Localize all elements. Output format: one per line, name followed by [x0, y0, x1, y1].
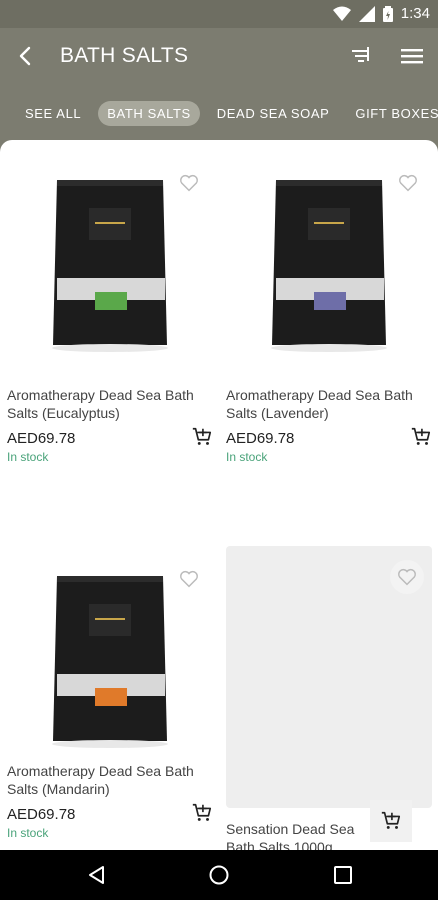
stock-status: In stock: [7, 450, 49, 464]
sort-button[interactable]: [348, 43, 374, 69]
product-card[interactable]: Aromatherapy Dead Sea Bath Salts (Mandar…: [7, 556, 219, 850]
wifi-icon: [332, 6, 351, 21]
add-to-cart-icon[interactable]: [410, 426, 432, 448]
product-price: AED69.78: [226, 430, 295, 447]
product-name[interactable]: Aromatherapy Dead Sea Bath Salts (Lavend…: [226, 386, 438, 422]
heart-icon: [398, 568, 416, 586]
nav-recents-icon[interactable]: [332, 864, 354, 886]
product-label-color: [314, 292, 346, 310]
sort-icon: [352, 47, 369, 62]
status-icons: 1:34: [332, 5, 430, 22]
add-to-cart-button[interactable]: [370, 800, 412, 842]
page-title: BATH SALTS: [60, 44, 189, 67]
app-bar: BATH SALTS: [0, 28, 438, 86]
heart-icon[interactable]: [397, 172, 419, 194]
product-label-color: [95, 688, 127, 706]
category-tabs: SEE ALL BATH SALTS DEAD SEA SOAP GIFT BO…: [0, 86, 438, 140]
product-name[interactable]: Sensation Dead Sea Bath Salts 1000g: [226, 820, 376, 850]
product-card[interactable]: Aromatherapy Dead Sea Bath Salts (Lavend…: [226, 160, 438, 464]
tab-dead-sea-soap[interactable]: DEAD SEA SOAP: [208, 101, 339, 126]
stock-status: In stock: [226, 450, 268, 464]
battery-icon: [382, 5, 393, 22]
back-button[interactable]: [12, 42, 40, 70]
product-card[interactable]: Aromatherapy Dead Sea Bath Salts (Eucaly…: [7, 160, 219, 464]
tab-bath-salts[interactable]: BATH SALTS: [98, 100, 200, 126]
product-name[interactable]: Aromatherapy Dead Sea Bath Salts (Eucaly…: [7, 386, 219, 422]
nav-back-icon[interactable]: [86, 864, 108, 886]
product-price: AED69.78: [7, 430, 76, 447]
signal-icon: [358, 5, 375, 22]
nav-home-icon[interactable]: [208, 864, 230, 886]
system-nav-bar: [0, 850, 438, 900]
menu-button[interactable]: [398, 43, 426, 69]
product-label-color: [95, 292, 127, 310]
heart-icon[interactable]: [178, 568, 200, 590]
hamburger-icon: [401, 49, 423, 64]
stock-status: In stock: [7, 826, 49, 840]
product-grid: Aromatherapy Dead Sea Bath Salts (Eucaly…: [0, 140, 438, 850]
status-time: 1:34: [400, 5, 430, 22]
add-to-cart-icon: [381, 811, 401, 829]
product-name[interactable]: Aromatherapy Dead Sea Bath Salts (Mandar…: [7, 762, 219, 798]
add-to-cart-icon[interactable]: [191, 802, 213, 824]
product-price: AED69.78: [7, 806, 76, 823]
favorite-button[interactable]: [390, 560, 424, 594]
status-bar: 1:34: [0, 0, 438, 28]
arrow-back-icon: [19, 46, 31, 66]
tab-see-all[interactable]: SEE ALL: [16, 101, 90, 126]
add-to-cart-icon[interactable]: [191, 426, 213, 448]
heart-icon[interactable]: [178, 172, 200, 194]
tab-gift-boxes[interactable]: GIFT BOXES: [346, 101, 438, 126]
